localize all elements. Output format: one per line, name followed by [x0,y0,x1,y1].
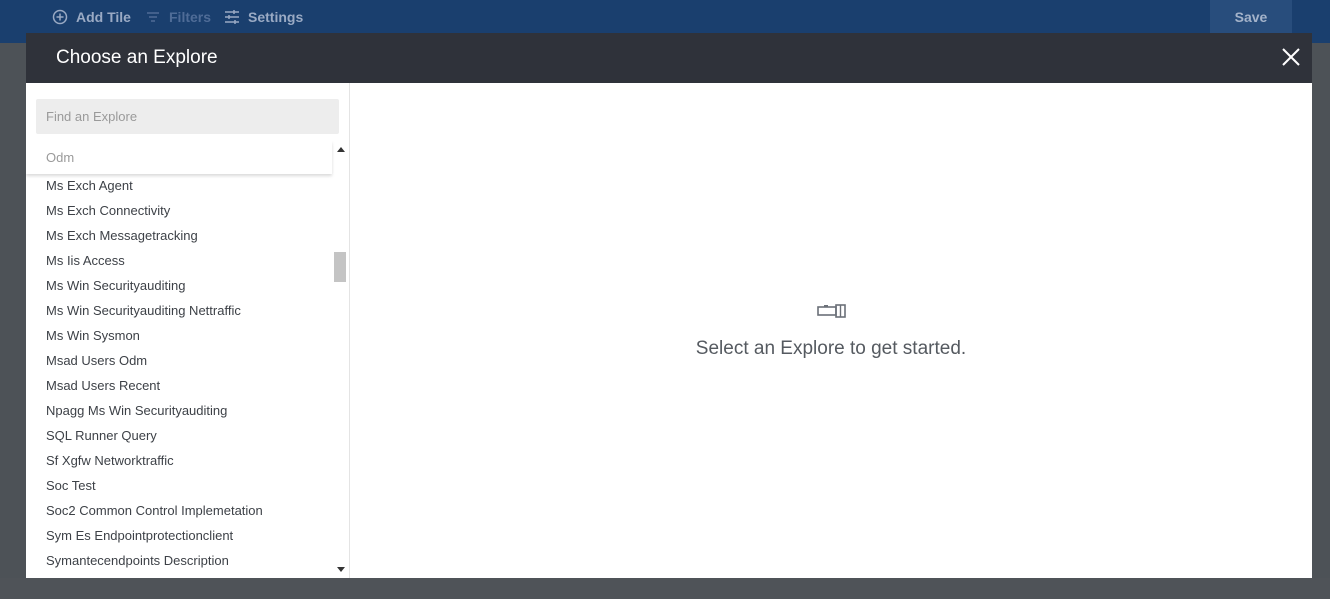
explore-list-item[interactable]: Ms Exch Connectivity [26,198,332,223]
modal-backdrop[interactable] [0,578,1330,599]
explore-list-item[interactable]: Ms Exch Messagetracking [26,223,332,248]
group-header-label: Odm [46,150,75,165]
explore-list-container: Odm Ms Exch Agent Ms Exch Connectivity Ms … [26,141,350,578]
explore-list-item[interactable]: Msad Users Odm [26,348,332,373]
plus-circle-icon [52,9,68,25]
scroll-thumb[interactable] [334,252,346,282]
explore-list-item[interactable]: Soc Test [26,473,332,498]
settings-label: Settings [248,9,304,25]
choose-explore-modal: Choose an Explore Odm Ms Exch AgentMs Ex… [26,33,1312,578]
modal-title: Choose an Explore [56,47,218,68]
modal-header: Choose an Explore [26,33,1312,83]
empty-state-message: Select an Explore to get started. [695,338,967,359]
add-tile-label: Add Tile [76,9,131,25]
explore-list-item[interactable]: Msad Users Recent [26,373,332,398]
add-tile-button[interactable]: Add Tile [52,0,131,34]
explore-list-item[interactable]: Ms Win Sysmon [26,323,332,348]
scroll-up-arrow-icon[interactable] [337,147,345,152]
filters-label: Filters [169,9,212,25]
filters-button[interactable]: Filters [145,0,211,34]
explore-list-item[interactable]: SQL Runner Query [26,423,332,448]
explore-list-item[interactable]: Soc2 Common Control Implemetation [26,498,332,523]
filter-icon [147,12,159,22]
list-scrollbar[interactable] [333,141,349,578]
explore-list-item[interactable]: Sf Xgfw Networktraffic [26,448,332,473]
explore-list-item[interactable]: Ms Win Securityauditing [26,273,332,298]
explore-preview-panel: Select an Explore to get started. [350,83,1312,578]
explore-search-input[interactable] [36,99,339,134]
explore-list-item[interactable]: Ms Iis Access [26,248,332,273]
save-button[interactable]: Save [1210,0,1292,34]
close-button[interactable] [1280,46,1302,68]
group-header-odm[interactable]: Odm [26,141,332,174]
explore-sidebar: Odm Ms Exch AgentMs Exch ConnectivityMs … [26,83,350,578]
explore-list-item[interactable]: Sym Es Endpointprotectionclient [26,523,332,548]
explore-list-item[interactable]: Npagg Ms Win Securityauditing [26,398,332,423]
explore-list-item[interactable]: Ms Win Securityauditing Nettraffic [26,298,332,323]
sliders-icon [225,10,239,24]
explore-list-item[interactable]: Symantecendpoints Odm [26,573,332,578]
explore-list-item[interactable]: Ms Exch Agent [26,173,332,198]
explore-icon [817,304,846,318]
close-icon [1282,48,1300,66]
explore-list: Ms Exch Agent Ms Exch Connectivity Ms Exch… [26,173,332,578]
explore-list-item[interactable]: Symantecendpoints Description [26,548,332,573]
settings-button[interactable]: Settings [224,0,303,34]
scroll-down-arrow-icon[interactable] [337,567,345,572]
